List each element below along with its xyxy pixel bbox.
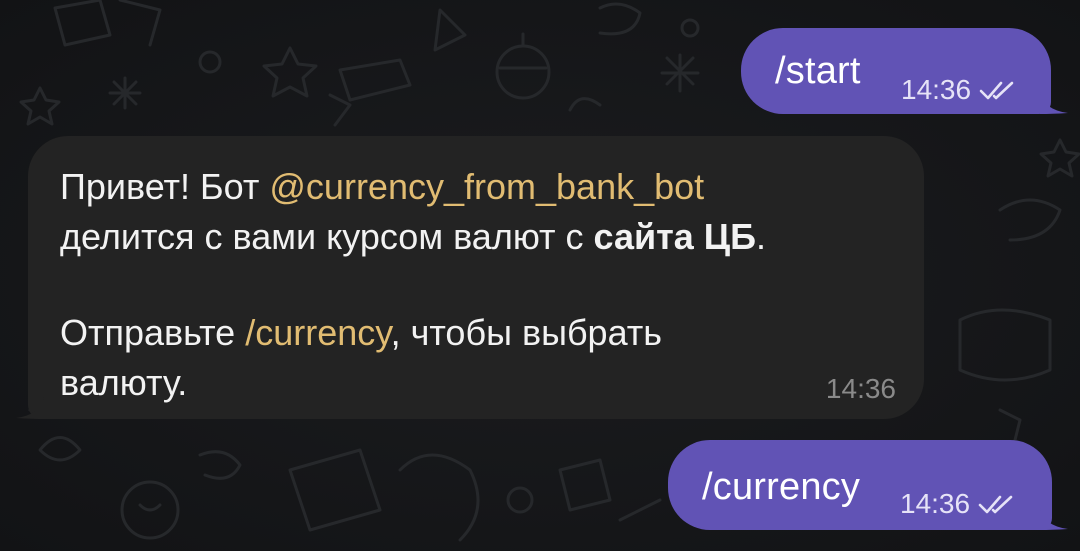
bot-mention-link[interactable]: @currency_from_bank_bot (269, 166, 704, 207)
message-line-2: делится с вами курсом валют с сайта ЦБ. (60, 216, 766, 258)
command-link-currency[interactable]: /currency (245, 312, 390, 353)
text-currency-word: валюту. (60, 362, 188, 403)
double-check-icon (978, 495, 1013, 514)
double-check-icon (979, 81, 1014, 100)
outgoing-bubble-tail (1040, 508, 1068, 530)
text-choose: , чтобы выбрать (390, 312, 663, 353)
text-description: делится с вами курсом валют с (60, 216, 594, 257)
message-time: 14:36 (901, 74, 972, 105)
message-incoming-welcome[interactable]: Привет! Бот @currency_from_bank_bot дели… (28, 136, 924, 419)
text-greeting: Привет! Бот (60, 166, 270, 207)
message-meta: 14:36 (901, 74, 1019, 106)
message-outgoing-start[interactable]: /start 14:36 (741, 28, 1051, 114)
message-line-1: Привет! Бот @currency_from_bank_bot (60, 166, 704, 208)
message-time: 14:36 (825, 373, 896, 404)
message-meta: 14:36 (900, 488, 1018, 520)
message-text: /currency (702, 466, 861, 508)
incoming-bubble-tail (16, 397, 44, 419)
message-line-3: Отправьте /currency, чтобы выбрать (60, 312, 662, 354)
outgoing-bubble-tail (1040, 92, 1068, 114)
text-bold-source: сайта ЦБ (593, 216, 756, 257)
text-send: Отправьте (60, 312, 246, 353)
chat-area: /start 14:36 Привет! Бот @currency_from_… (0, 0, 1080, 551)
message-text: /start (775, 50, 861, 92)
text-period: . (755, 216, 766, 257)
message-time: 14:36 (900, 488, 971, 519)
message-line-4: валюту. (60, 362, 187, 404)
message-outgoing-currency[interactable]: /currency 14:36 (668, 440, 1052, 530)
